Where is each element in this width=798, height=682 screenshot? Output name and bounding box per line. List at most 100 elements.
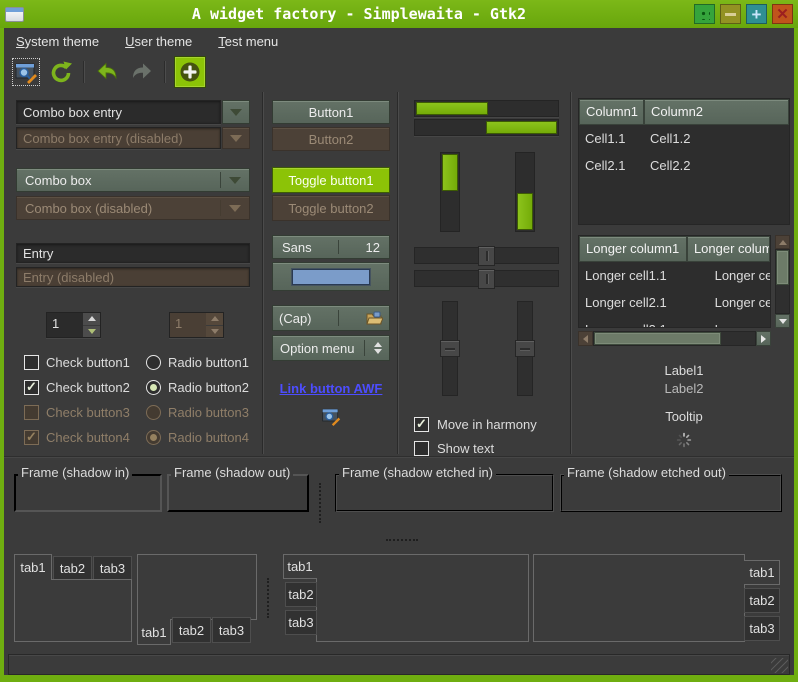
combo-entry-disabled-arrow <box>222 127 250 149</box>
add-button[interactable] <box>175 57 205 87</box>
frame-shadow-etched-out: Frame (shadow etched out) <box>560 465 782 517</box>
slider-handle[interactable] <box>515 340 535 357</box>
table-row[interactable]: Longer cell2.1 Longer cell2.2 <box>579 289 770 316</box>
check-show-text[interactable]: Show text <box>414 441 559 456</box>
link-button[interactable]: Link button AWF <box>280 381 383 396</box>
vertical-scrollbar[interactable] <box>775 235 790 328</box>
chevron-down-icon <box>229 177 241 184</box>
radio-icon[interactable] <box>146 355 161 370</box>
tab1[interactable]: tab1 <box>283 554 317 579</box>
button1[interactable]: Button1 <box>272 100 390 124</box>
color-button[interactable] <box>272 262 390 291</box>
radio-button-2[interactable]: Radio button2 <box>146 378 249 396</box>
check-button-2[interactable]: Check button2 <box>24 378 146 396</box>
table-row[interactable]: Longer cell1.1 Longer cell1.2 <box>579 262 770 289</box>
spin-up-button[interactable] <box>83 313 100 326</box>
check-button-1[interactable]: Check button1 <box>24 353 146 371</box>
refresh-button[interactable] <box>48 59 74 85</box>
horizontal-scale-2[interactable] <box>414 270 559 287</box>
vertical-scale-1[interactable] <box>442 301 458 396</box>
resize-grip-icon[interactable] <box>771 658 788 673</box>
tab1[interactable]: tab1 <box>744 560 780 585</box>
slider-handle[interactable] <box>478 269 495 289</box>
progress-fill <box>442 154 458 191</box>
tab2[interactable]: tab2 <box>172 617 211 643</box>
checkbox-icon[interactable] <box>414 441 429 456</box>
menu-user-theme[interactable]: User theme <box>125 34 192 49</box>
menu-test-menu[interactable]: Test menu <box>218 34 278 49</box>
font-button[interactable]: Sans 12 <box>272 235 390 259</box>
column-header[interactable]: Longer column2 <box>687 236 770 262</box>
tab3[interactable]: tab3 <box>93 556 132 580</box>
tab3[interactable]: tab3 <box>285 610 317 635</box>
screenshot-tool-icon <box>14 60 38 84</box>
table-row[interactable]: Longer cell3.1 Longer cell3.2 <box>579 316 770 328</box>
radio-button-3-disabled: Radio button3 <box>146 403 249 421</box>
checkbox-checked-icon[interactable] <box>24 380 39 395</box>
menubar: System theme User theme Test menu <box>4 28 794 54</box>
tab2[interactable]: tab2 <box>285 582 317 607</box>
minimize-button[interactable] <box>720 4 741 24</box>
label1: Label1 <box>578 363 790 378</box>
column-header[interactable]: Longer column1 <box>579 236 687 262</box>
combo-entry-arrow-button[interactable] <box>222 100 250 124</box>
window-icon[interactable] <box>5 7 24 22</box>
arrow-right-icon <box>761 335 766 343</box>
text-entry[interactable]: Entry <box>16 243 250 263</box>
menu-system-theme[interactable]: System theme <box>16 34 99 49</box>
arrow-up-icon <box>779 240 787 245</box>
scrollbar-thumb[interactable] <box>776 250 789 285</box>
statusbar <box>8 654 790 675</box>
horizontal-dotted-separator <box>386 539 418 541</box>
combo-box[interactable]: Combo box <box>16 168 250 192</box>
vertical-scale-2[interactable] <box>517 301 533 396</box>
slider-handle[interactable] <box>440 340 460 357</box>
checkbox-icon[interactable] <box>24 355 39 370</box>
column-header[interactable]: Column2 <box>644 99 789 125</box>
spin-button[interactable]: 1 <box>46 312 101 338</box>
checkbox-checked-icon[interactable] <box>414 417 429 432</box>
check-move-in-harmony[interactable]: Move in harmony <box>414 417 559 432</box>
redo-button[interactable] <box>129 59 155 85</box>
scrollbar-thumb[interactable] <box>594 332 721 345</box>
option-menu[interactable]: Option menu <box>272 335 390 361</box>
spin-down-button[interactable] <box>83 326 100 338</box>
progress-fill <box>517 193 533 230</box>
table-row[interactable]: Cell2.1 Cell2.2 <box>579 152 789 179</box>
combo-box-entry[interactable]: Combo box entry <box>16 100 250 124</box>
scroll-down-button[interactable] <box>775 314 790 328</box>
radio-checked-icon[interactable] <box>146 380 161 395</box>
window-title: A widget factory - Simplewaita - Gtk2 <box>24 5 694 23</box>
chevron-down-icon <box>230 135 242 142</box>
column-separator <box>262 92 264 454</box>
file-chooser-button[interactable]: (Cap) <box>272 305 390 331</box>
combo-entry-input[interactable]: Combo box entry <box>16 100 221 124</box>
tab3[interactable]: tab3 <box>744 616 780 641</box>
slider-handle[interactable] <box>478 246 495 266</box>
tab1[interactable]: tab1 <box>137 619 171 645</box>
table-row[interactable]: Cell1.1 Cell1.2 <box>579 125 789 152</box>
progress-bar-v1 <box>440 152 460 232</box>
tab3[interactable]: tab3 <box>212 617 251 643</box>
radio-button-1[interactable]: Radio button1 <box>146 353 249 371</box>
close-button[interactable]: ✕ <box>772 4 793 24</box>
window-menu-button[interactable] <box>694 4 715 24</box>
treeview-2[interactable]: Longer column1 Longer column2 Longer cel… <box>578 235 771 328</box>
column-header[interactable]: Column1 <box>579 99 644 125</box>
frames-section: Frame (shadow in) Frame (shadow out) Fra… <box>4 456 794 550</box>
tab2[interactable]: tab2 <box>744 588 780 613</box>
combo-entry-disabled-input: Combo box entry (disabled) <box>16 127 221 149</box>
titlebar[interactable]: A widget factory - Simplewaita - Gtk2 + … <box>0 0 798 28</box>
horizontal-scale-1[interactable] <box>414 247 559 264</box>
arrow-up-icon <box>211 316 219 321</box>
tab2[interactable]: tab2 <box>53 556 92 580</box>
toggle-button1-active[interactable]: Toggle button1 <box>272 167 390 193</box>
horizontal-scrollbar[interactable] <box>578 331 771 346</box>
tab1[interactable]: tab1 <box>14 554 52 580</box>
spin-button-disabled: 1 <box>169 312 224 338</box>
screenshot-tool-button[interactable] <box>13 59 39 85</box>
undo-button[interactable] <box>94 59 120 85</box>
treeview-1[interactable]: Column1 Column2 Cell1.1 Cell1.2 Cell2.1 … <box>578 98 790 225</box>
scroll-right-button[interactable] <box>756 331 771 346</box>
maximize-button[interactable]: + <box>746 4 767 24</box>
